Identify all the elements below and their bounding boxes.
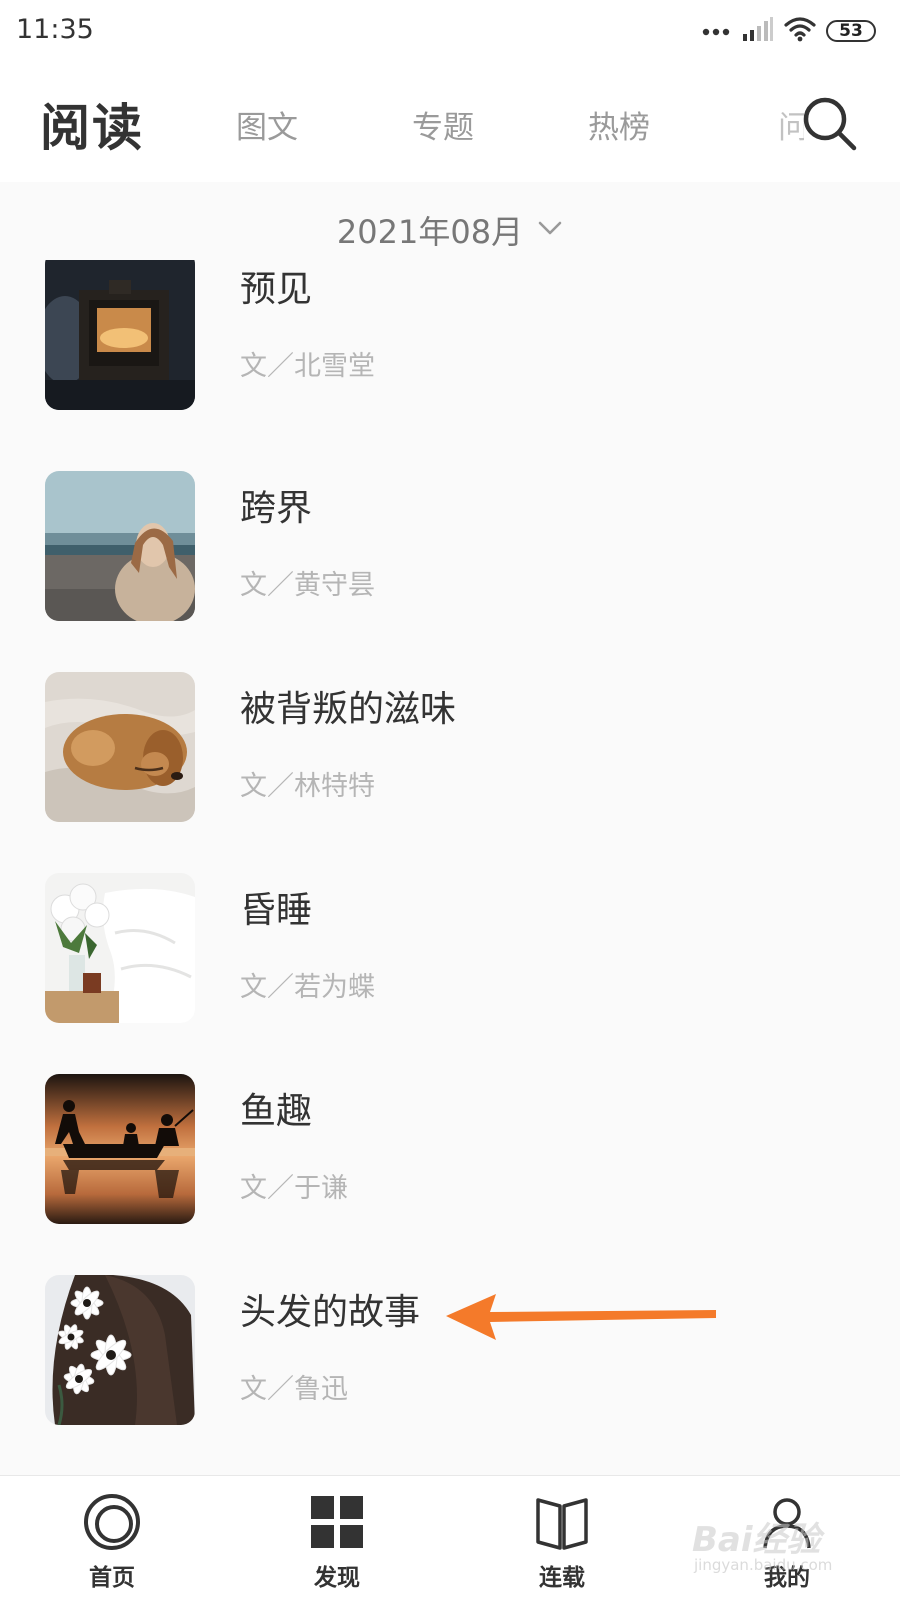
article-thumbnail bbox=[45, 873, 195, 1023]
search-icon bbox=[803, 97, 857, 151]
list-item[interactable]: 预见 文／北雪堂 bbox=[0, 260, 900, 410]
nav-label: 发现 bbox=[314, 1565, 360, 1591]
article-thumbnail bbox=[45, 471, 195, 621]
grid-icon bbox=[311, 1496, 363, 1548]
list-item[interactable]: 被背叛的滋味 文／林特特 bbox=[0, 672, 900, 822]
article-author: 文／若为蝶 bbox=[240, 972, 375, 1003]
nav-label: 首页 bbox=[89, 1565, 135, 1591]
book-icon bbox=[536, 1498, 588, 1550]
tab-graphic-text[interactable]: 图文 bbox=[236, 102, 298, 147]
article-thumbnail bbox=[45, 1275, 195, 1425]
list-item[interactable]: 跨界 文／黄守昙 bbox=[0, 471, 900, 621]
arrow-left-icon bbox=[446, 1294, 716, 1340]
home-ring-icon bbox=[84, 1494, 140, 1550]
search-button[interactable] bbox=[800, 94, 860, 154]
article-thumbnail bbox=[45, 260, 195, 410]
cellular-signal-icon bbox=[742, 16, 774, 46]
article-thumbnail bbox=[45, 672, 195, 822]
article-thumbnail bbox=[45, 1074, 195, 1224]
article-title: 预见 bbox=[240, 269, 313, 310]
article-author: 文／黄守昙 bbox=[240, 570, 375, 601]
app-screen: 11:35 53 阅读 图文 专题 热榜 问 2021年08月 预见 文／北雪堂… bbox=[0, 0, 900, 1600]
watermark-subtext: jingyan.baidu.com bbox=[694, 1556, 833, 1574]
status-bar: 11:35 53 bbox=[0, 0, 900, 62]
nav-label: 连载 bbox=[539, 1565, 585, 1591]
article-title: 鱼趣 bbox=[240, 1091, 313, 1132]
month-label: 2021年08月 bbox=[336, 213, 524, 251]
signal-dots-icon bbox=[702, 22, 732, 41]
nav-item-discover[interactable]: 发现 bbox=[262, 1476, 412, 1600]
article-author: 文／鲁迅 bbox=[240, 1374, 348, 1405]
article-author: 文／林特特 bbox=[240, 771, 375, 802]
month-selector[interactable]: 2021年08月 bbox=[0, 200, 900, 260]
status-icons: 53 bbox=[702, 14, 876, 48]
list-item[interactable]: 昏睡 文／若为蝶 bbox=[0, 873, 900, 1023]
watermark-text: Bai经验 bbox=[692, 1520, 821, 1560]
page-title: 阅读 bbox=[40, 99, 144, 157]
chevron-down-icon bbox=[537, 219, 563, 241]
nav-item-home[interactable]: 首页 bbox=[37, 1476, 187, 1600]
article-author: 文／北雪堂 bbox=[240, 351, 375, 382]
tab-hot-list[interactable]: 热榜 bbox=[588, 102, 650, 147]
battery-level: 53 bbox=[839, 21, 863, 41]
article-title: 头发的故事 bbox=[240, 1292, 421, 1333]
list-item[interactable]: 鱼趣 文／于谦 bbox=[0, 1074, 900, 1224]
article-title: 跨界 bbox=[240, 488, 313, 529]
tab-topics[interactable]: 专题 bbox=[412, 102, 474, 147]
baidu-watermark: Bai经验 jingyan.baidu.com bbox=[692, 1512, 862, 1592]
article-author: 文／于谦 bbox=[240, 1173, 348, 1204]
nav-item-serial[interactable]: 连载 bbox=[487, 1476, 637, 1600]
article-title: 昏睡 bbox=[240, 890, 313, 931]
article-title: 被背叛的滋味 bbox=[240, 689, 457, 730]
status-time: 11:35 bbox=[16, 14, 94, 45]
wifi-icon bbox=[784, 16, 816, 46]
app-header: 阅读 图文 专题 热榜 问 bbox=[0, 62, 900, 182]
battery-icon: 53 bbox=[826, 20, 876, 42]
